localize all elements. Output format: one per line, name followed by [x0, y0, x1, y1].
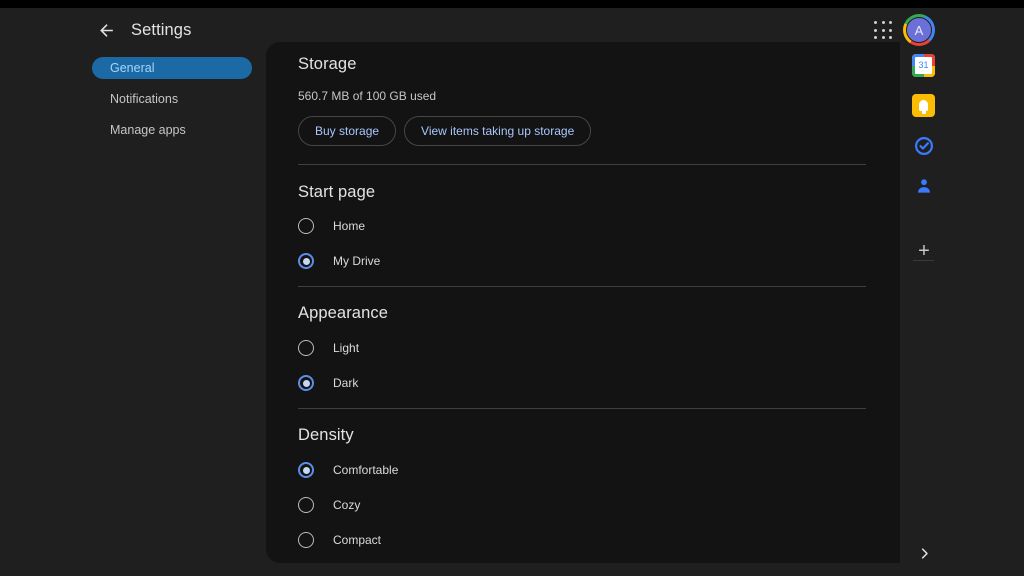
radio-icon — [298, 340, 314, 356]
apps-dot — [889, 21, 893, 25]
radio-label: Compact — [333, 533, 382, 547]
radio-density-compact[interactable]: Compact — [298, 529, 866, 551]
radio-icon-selected — [298, 253, 314, 269]
radio-label: Cozy — [333, 498, 361, 512]
plus-icon[interactable]: + — [912, 239, 936, 263]
sidebar-item-general[interactable]: General — [92, 57, 252, 79]
section-title-start-page: Start page — [298, 183, 376, 201]
section-title-appearance: Appearance — [298, 304, 388, 322]
radio-label: My Drive — [333, 254, 381, 268]
storage-usage-text: 560.7 MB of 100 GB used — [298, 89, 437, 103]
person-icon — [917, 178, 930, 193]
radio-label: Dark — [333, 376, 359, 390]
radio-label: Light — [333, 341, 360, 355]
arrow-left-icon — [99, 23, 113, 37]
radio-icon — [298, 532, 314, 548]
google-side-panel: 31 + — [900, 42, 1024, 576]
google-calendar-icon[interactable]: 31 — [912, 54, 935, 77]
sidebar-item-manage-apps[interactable]: Manage apps — [92, 119, 252, 141]
settings-content-panel: Storage 560.7 MB of 100 GB used Buy stor… — [266, 42, 900, 563]
radio-appearance-dark[interactable]: Dark — [298, 372, 866, 394]
apps-dot — [874, 28, 878, 32]
apps-grid-icon[interactable] — [874, 21, 894, 41]
radio-icon — [298, 497, 314, 513]
sidebar-item-label: General — [110, 61, 155, 75]
apps-dot — [874, 36, 878, 40]
avatar-initial: A — [906, 17, 932, 43]
radio-icon-selected — [298, 375, 314, 391]
google-keep-icon[interactable] — [912, 94, 935, 117]
settings-content: Storage 560.7 MB of 100 GB used Buy stor… — [266, 42, 900, 563]
apps-dot — [889, 36, 893, 40]
apps-dot — [881, 36, 885, 40]
buy-storage-button[interactable]: Buy storage — [298, 116, 397, 146]
radio-start-page-my-drive[interactable]: My Drive — [298, 250, 866, 272]
sidebar-item-label: Manage apps — [110, 123, 186, 137]
sidebar-item-notifications[interactable]: Notifications — [92, 88, 252, 110]
chevron-right-glyph — [921, 547, 928, 559]
back-button[interactable] — [93, 17, 119, 43]
chevron-right-icon[interactable] — [914, 543, 934, 563]
top-black-bar — [0, 0, 1024, 8]
apps-dot — [881, 28, 885, 32]
bulb-shape — [919, 100, 928, 114]
section-title-storage: Storage — [298, 55, 357, 73]
radio-density-cozy[interactable]: Cozy — [298, 494, 866, 516]
radio-label: Comfortable — [333, 463, 399, 477]
app-header: Settings A — [0, 8, 1024, 46]
radio-label: Home — [333, 219, 366, 233]
apps-dot — [889, 28, 893, 32]
radio-icon-selected — [298, 462, 314, 478]
section-title-density: Density — [298, 426, 354, 444]
tasks-check-circle — [914, 136, 933, 155]
settings-screen: Settings A General Notifications Manage … — [0, 0, 1024, 576]
radio-appearance-light[interactable]: Light — [298, 337, 866, 359]
google-tasks-icon[interactable] — [912, 134, 935, 157]
storage-actions: Buy storage View items taking up storage — [298, 116, 866, 146]
view-items-storage-button[interactable]: View items taking up storage — [404, 116, 592, 146]
google-contacts-icon[interactable] — [912, 174, 935, 197]
page-title: Settings — [131, 21, 192, 39]
settings-nav: General Notifications Manage apps — [92, 57, 252, 150]
apps-dot — [874, 21, 878, 25]
calendar-day-number: 31 — [915, 57, 932, 74]
radio-density-comfortable[interactable]: Comfortable — [298, 459, 866, 481]
apps-dot — [881, 21, 885, 25]
radio-start-page-home[interactable]: Home — [298, 215, 866, 237]
radio-icon — [298, 218, 314, 234]
sidebar-item-label: Notifications — [110, 92, 179, 106]
